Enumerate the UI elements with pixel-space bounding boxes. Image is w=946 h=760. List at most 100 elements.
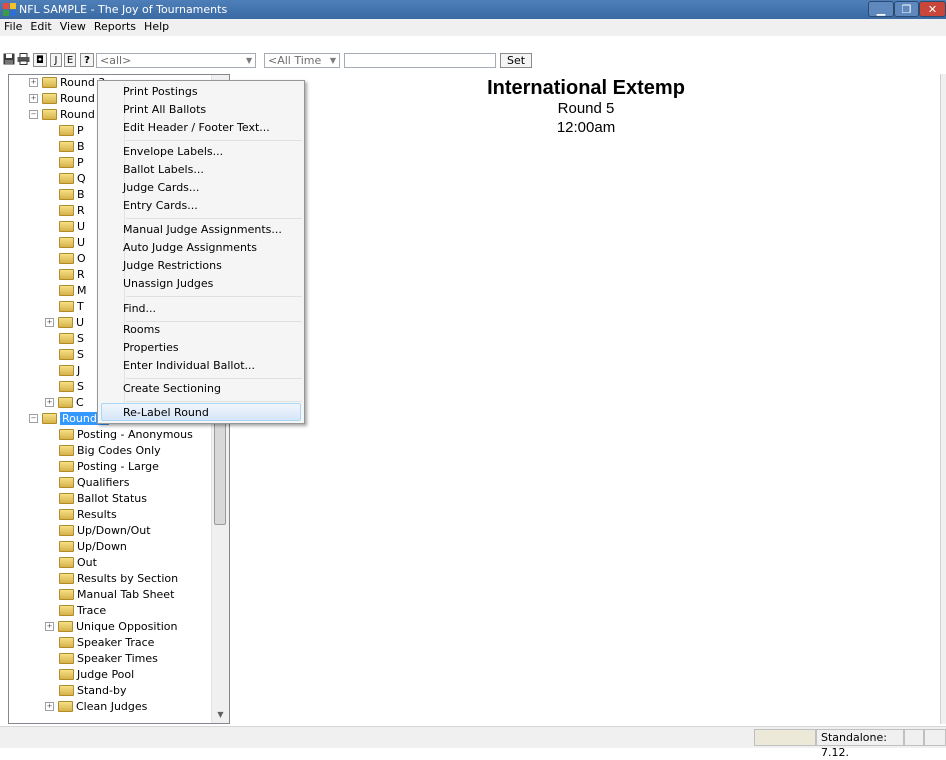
tree-item[interactable]: S xyxy=(59,379,84,395)
set-button[interactable]: Set xyxy=(500,53,533,68)
menu-item-unassign-judges[interactable]: Unassign Judges xyxy=(123,275,213,293)
folder-icon xyxy=(59,652,74,664)
tree-item[interactable]: U xyxy=(59,235,85,251)
tree-item[interactable]: + Clean Judges xyxy=(45,699,147,715)
tree-item[interactable]: Big Codes Only xyxy=(59,443,161,459)
expand-icon[interactable]: + xyxy=(45,621,54,631)
j-button[interactable]: J xyxy=(50,53,62,67)
tree-item[interactable]: M xyxy=(59,283,87,299)
tree-item[interactable]: Qualifiers xyxy=(59,475,129,491)
tree-item[interactable]: T xyxy=(59,299,84,315)
tree-item[interactable]: Up/Down/Out xyxy=(59,523,151,539)
tree-item[interactable]: + C xyxy=(45,395,84,411)
menu-reports[interactable]: Reports xyxy=(90,19,140,33)
tree-item[interactable]: Out xyxy=(59,555,97,571)
tree-node-round4[interactable]: + Round 4 xyxy=(29,91,105,107)
menu-item-envelope-labels[interactable]: Envelope Labels... xyxy=(123,143,223,161)
tree-item[interactable]: Up/Down xyxy=(59,539,127,555)
menu-item-judge-cards[interactable]: Judge Cards... xyxy=(123,179,199,197)
tree-item[interactable]: R xyxy=(59,267,85,283)
scroll-down-icon[interactable]: ▼ xyxy=(212,707,229,723)
time-combo[interactable]: <All Time ▼ xyxy=(264,53,340,68)
preview-icon[interactable]: ◘ xyxy=(33,53,47,67)
menu-edit[interactable]: Edit xyxy=(26,19,55,33)
menu-item-manual-judge-assignments[interactable]: Manual Judge Assignments... xyxy=(123,221,282,239)
menu-file[interactable]: File xyxy=(0,19,26,33)
folder-icon xyxy=(59,524,74,536)
expand-icon[interactable]: + xyxy=(45,397,54,407)
menu-item-print-all-ballots[interactable]: Print All Ballots xyxy=(123,101,206,119)
tree-item[interactable]: + Unique Opposition xyxy=(45,619,178,635)
folder-icon xyxy=(59,188,74,200)
report-time: 12:00am xyxy=(556,119,616,136)
menu-item-enter-individual-ballot[interactable]: Enter Individual Ballot... xyxy=(123,357,255,375)
folder-icon xyxy=(59,668,74,680)
menu-help[interactable]: Help xyxy=(140,19,173,33)
folder-icon xyxy=(59,124,74,136)
tree-item[interactable]: Judge Pool xyxy=(59,667,134,683)
minimize-button[interactable]: ▁ xyxy=(868,1,894,17)
tree-node-round3[interactable]: + Round 3 xyxy=(29,75,105,91)
chevron-down-icon[interactable]: ▼ xyxy=(246,56,252,65)
close-button[interactable]: ✕ xyxy=(919,1,946,17)
folder-icon xyxy=(59,156,74,168)
folder-icon xyxy=(59,364,74,376)
tree-item[interactable]: Q xyxy=(59,171,86,187)
tree-item[interactable]: J xyxy=(59,363,80,379)
menu-item-properties[interactable]: Properties xyxy=(123,339,179,357)
tree-item[interactable]: B xyxy=(59,187,85,203)
expand-icon[interactable]: + xyxy=(45,701,54,711)
menu-bar: File Edit View Reports Help xyxy=(0,19,946,36)
menu-item-auto-judge-assignments[interactable]: Auto Judge Assignments xyxy=(123,239,257,257)
help-button[interactable]: ? xyxy=(80,53,94,67)
tree-item[interactable]: S xyxy=(59,331,84,347)
tree-item[interactable]: Manual Tab Sheet xyxy=(59,587,174,603)
print-icon[interactable] xyxy=(17,53,30,67)
tree-item[interactable]: R xyxy=(59,203,85,219)
tree-item[interactable]: Speaker Trace xyxy=(59,635,154,651)
menu-item-entry-cards[interactable]: Entry Cards... xyxy=(123,197,198,215)
tree-node-round[interactable]: − Round xyxy=(29,107,95,123)
menu-item-rooms[interactable]: Rooms xyxy=(123,321,160,339)
menu-item-find[interactable]: Find... xyxy=(123,300,156,318)
menu-item-edit-header-footer[interactable]: Edit Header / Footer Text... xyxy=(123,119,270,137)
menu-item-judge-restrictions[interactable]: Judge Restrictions xyxy=(123,257,222,275)
folder-icon xyxy=(59,220,74,232)
expand-icon[interactable]: + xyxy=(45,317,54,327)
menu-item-re-label-round[interactable]: Re-Label Round xyxy=(101,403,301,421)
tree-item[interactable]: B xyxy=(59,139,85,155)
tree-item[interactable]: Trace xyxy=(59,603,106,619)
maximize-button[interactable]: ❐ xyxy=(894,1,919,17)
tree-item[interactable]: Results xyxy=(59,507,117,523)
folder-icon xyxy=(58,396,73,408)
tree-item[interactable]: Results by Section xyxy=(59,571,178,587)
folder-icon xyxy=(59,540,74,552)
tree-item[interactable]: + U xyxy=(45,315,84,331)
tree-item[interactable]: U xyxy=(59,219,85,235)
tree-item[interactable]: Speaker Times xyxy=(59,651,158,667)
menu-item-create-sectioning[interactable]: Create Sectioning xyxy=(123,380,221,398)
folder-icon xyxy=(42,92,57,104)
folder-icon xyxy=(59,236,74,248)
save-icon[interactable] xyxy=(3,53,15,67)
tree-item[interactable]: Posting - Large xyxy=(59,459,159,475)
menu-item-print-postings[interactable]: Print Postings xyxy=(123,83,198,101)
set-input[interactable] xyxy=(344,53,496,68)
collapse-icon[interactable]: − xyxy=(29,413,38,423)
tree-item[interactable]: Stand-by xyxy=(59,683,126,699)
expand-icon[interactable]: + xyxy=(29,93,38,103)
collapse-icon[interactable]: − xyxy=(29,109,38,119)
tree-item[interactable]: Posting - Anonymous xyxy=(59,427,193,443)
e-button[interactable]: E xyxy=(64,53,76,67)
tree-item[interactable]: S xyxy=(59,347,84,363)
tree-item[interactable]: P xyxy=(59,123,84,139)
menu-view[interactable]: View xyxy=(56,19,90,33)
tree-item[interactable]: Ballot Status xyxy=(59,491,147,507)
report-scrollbar[interactable] xyxy=(940,74,946,724)
tree-item[interactable]: O xyxy=(59,251,86,267)
menu-item-ballot-labels[interactable]: Ballot Labels... xyxy=(123,161,204,179)
expand-icon[interactable]: + xyxy=(29,77,38,87)
tree-item[interactable]: P xyxy=(59,155,84,171)
division-combo[interactable]: <all> xyxy=(96,53,256,68)
folder-icon xyxy=(59,172,74,184)
